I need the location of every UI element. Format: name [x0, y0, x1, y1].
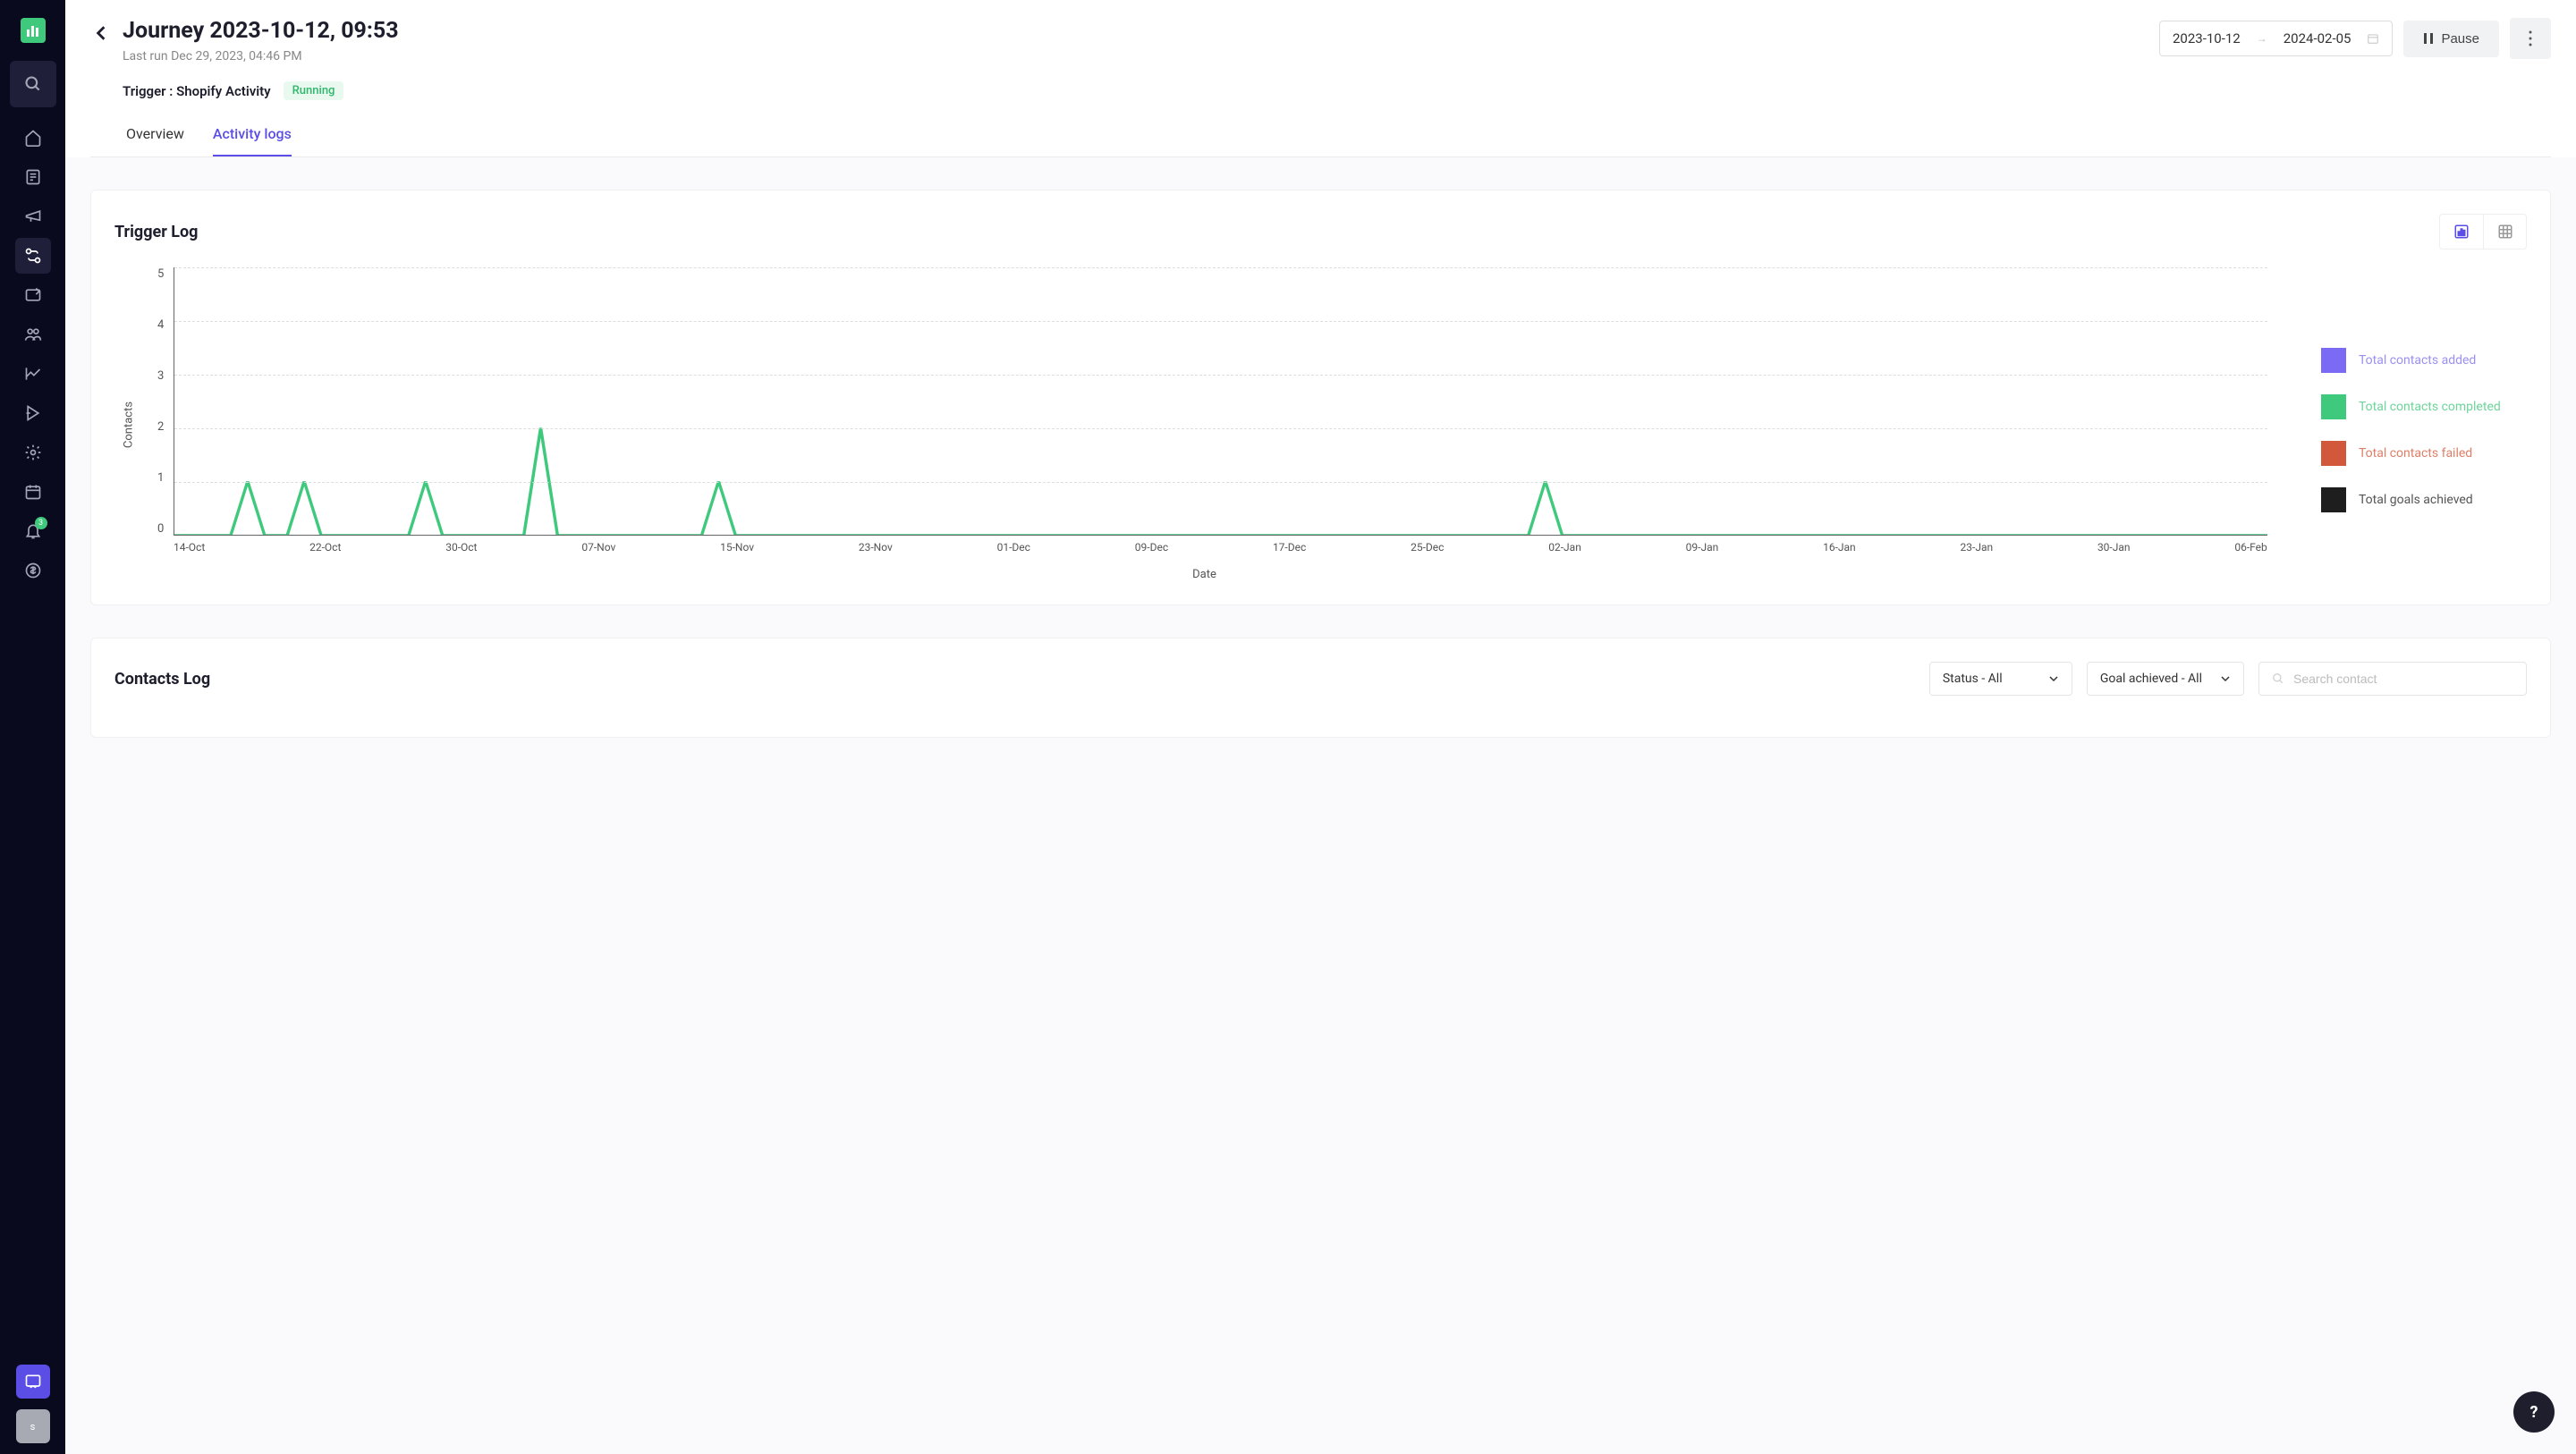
- date-range-picker[interactable]: 2023-10-12 → 2024-02-05: [2159, 21, 2393, 56]
- nav-notifications[interactable]: 3: [15, 513, 51, 549]
- chart-icon: [2453, 224, 2470, 240]
- pause-icon: [2423, 32, 2434, 45]
- trigger-log-card: Trigger Log Contacts 543210: [90, 190, 2551, 605]
- trigger-label: Trigger : Shopify Activity: [123, 83, 271, 99]
- calendar-icon: [2367, 32, 2379, 45]
- search-contact-input[interactable]: [2293, 672, 2513, 686]
- nav-journeys[interactable]: [15, 238, 51, 274]
- legend-failed[interactable]: Total contacts failed: [2321, 441, 2527, 466]
- status-badge: Running: [284, 81, 344, 100]
- goal-filter[interactable]: Goal achieved - All: [2087, 662, 2244, 696]
- tabs: Overview Activity logs: [90, 125, 2551, 157]
- contacts-log-title: Contacts Log: [114, 670, 210, 689]
- legend-color-added: [2321, 348, 2346, 373]
- status-filter[interactable]: Status - All: [1929, 662, 2072, 696]
- legend-goals[interactable]: Total goals achieved: [2321, 487, 2527, 512]
- legend-color-failed: [2321, 441, 2346, 466]
- page-title: Journey 2023-10-12, 09:53: [123, 18, 399, 44]
- x-axis-label: Date: [141, 568, 2267, 581]
- chevron-down-icon: [2048, 675, 2059, 682]
- nav-forms[interactable]: [15, 277, 51, 313]
- user-avatar[interactable]: s: [16, 1409, 50, 1443]
- chart-legend: Total contacts added Total contacts comp…: [2321, 267, 2527, 581]
- legend-completed[interactable]: Total contacts completed: [2321, 394, 2527, 419]
- help-button[interactable]: ?: [2513, 1391, 2555, 1433]
- search-button[interactable]: [10, 61, 56, 107]
- notification-badge: 3: [35, 517, 47, 529]
- view-toggle: [2439, 214, 2527, 249]
- app-logo[interactable]: [21, 18, 46, 43]
- chevron-down-icon: [2220, 675, 2231, 682]
- arrow-right-icon: →: [2257, 32, 2267, 45]
- legend-added[interactable]: Total contacts added: [2321, 348, 2527, 373]
- legend-color-completed: [2321, 394, 2346, 419]
- page-header: Journey 2023-10-12, 09:53 Last run Dec 2…: [65, 0, 2576, 157]
- legend-color-goals: [2321, 487, 2346, 512]
- nav-audience[interactable]: [15, 317, 51, 352]
- search-contact-wrap[interactable]: [2258, 662, 2527, 696]
- nav-settings[interactable]: [15, 435, 51, 470]
- date-end: 2024-02-05: [2284, 30, 2351, 46]
- chart-grid: [174, 267, 2267, 536]
- table-icon: [2497, 224, 2513, 240]
- last-run-text: Last run Dec 29, 2023, 04:46 PM: [123, 49, 399, 63]
- main-content: Journey 2023-10-12, 09:53 Last run Dec 2…: [65, 0, 2576, 1454]
- tab-overview[interactable]: Overview: [126, 125, 184, 156]
- nav-campaigns[interactable]: [15, 199, 51, 234]
- contacts-log-card: Contacts Log Status - All Goal achieved …: [90, 638, 2551, 738]
- more-button[interactable]: [2510, 18, 2551, 59]
- back-button[interactable]: [90, 20, 112, 46]
- chart-area: Contacts 543210 14-Oct22-Oct30-Oct07-Nov…: [114, 267, 2267, 581]
- sidebar: 3 s: [0, 0, 65, 1454]
- trigger-log-title: Trigger Log: [114, 223, 198, 241]
- pause-button[interactable]: Pause: [2403, 21, 2499, 57]
- nav-analytics[interactable]: [15, 356, 51, 392]
- date-start: 2023-10-12: [2173, 30, 2241, 46]
- tab-activity-logs[interactable]: Activity logs: [213, 125, 292, 156]
- nav-home[interactable]: [15, 120, 51, 156]
- nav-chat[interactable]: [16, 1365, 50, 1399]
- x-axis: 14-Oct22-Oct30-Oct07-Nov15-Nov23-Nov01-D…: [174, 541, 2267, 554]
- y-axis: 543210: [157, 267, 164, 536]
- nav-engage[interactable]: [15, 395, 51, 431]
- nav-calendar[interactable]: [15, 474, 51, 510]
- more-vertical-icon: [2529, 30, 2532, 46]
- nav-contacts[interactable]: [15, 159, 51, 195]
- y-axis-label: Contacts: [123, 401, 136, 447]
- chart-view-button[interactable]: [2440, 215, 2483, 249]
- nav-billing[interactable]: [15, 553, 51, 588]
- table-view-button[interactable]: [2483, 215, 2526, 249]
- search-icon: [2272, 672, 2284, 685]
